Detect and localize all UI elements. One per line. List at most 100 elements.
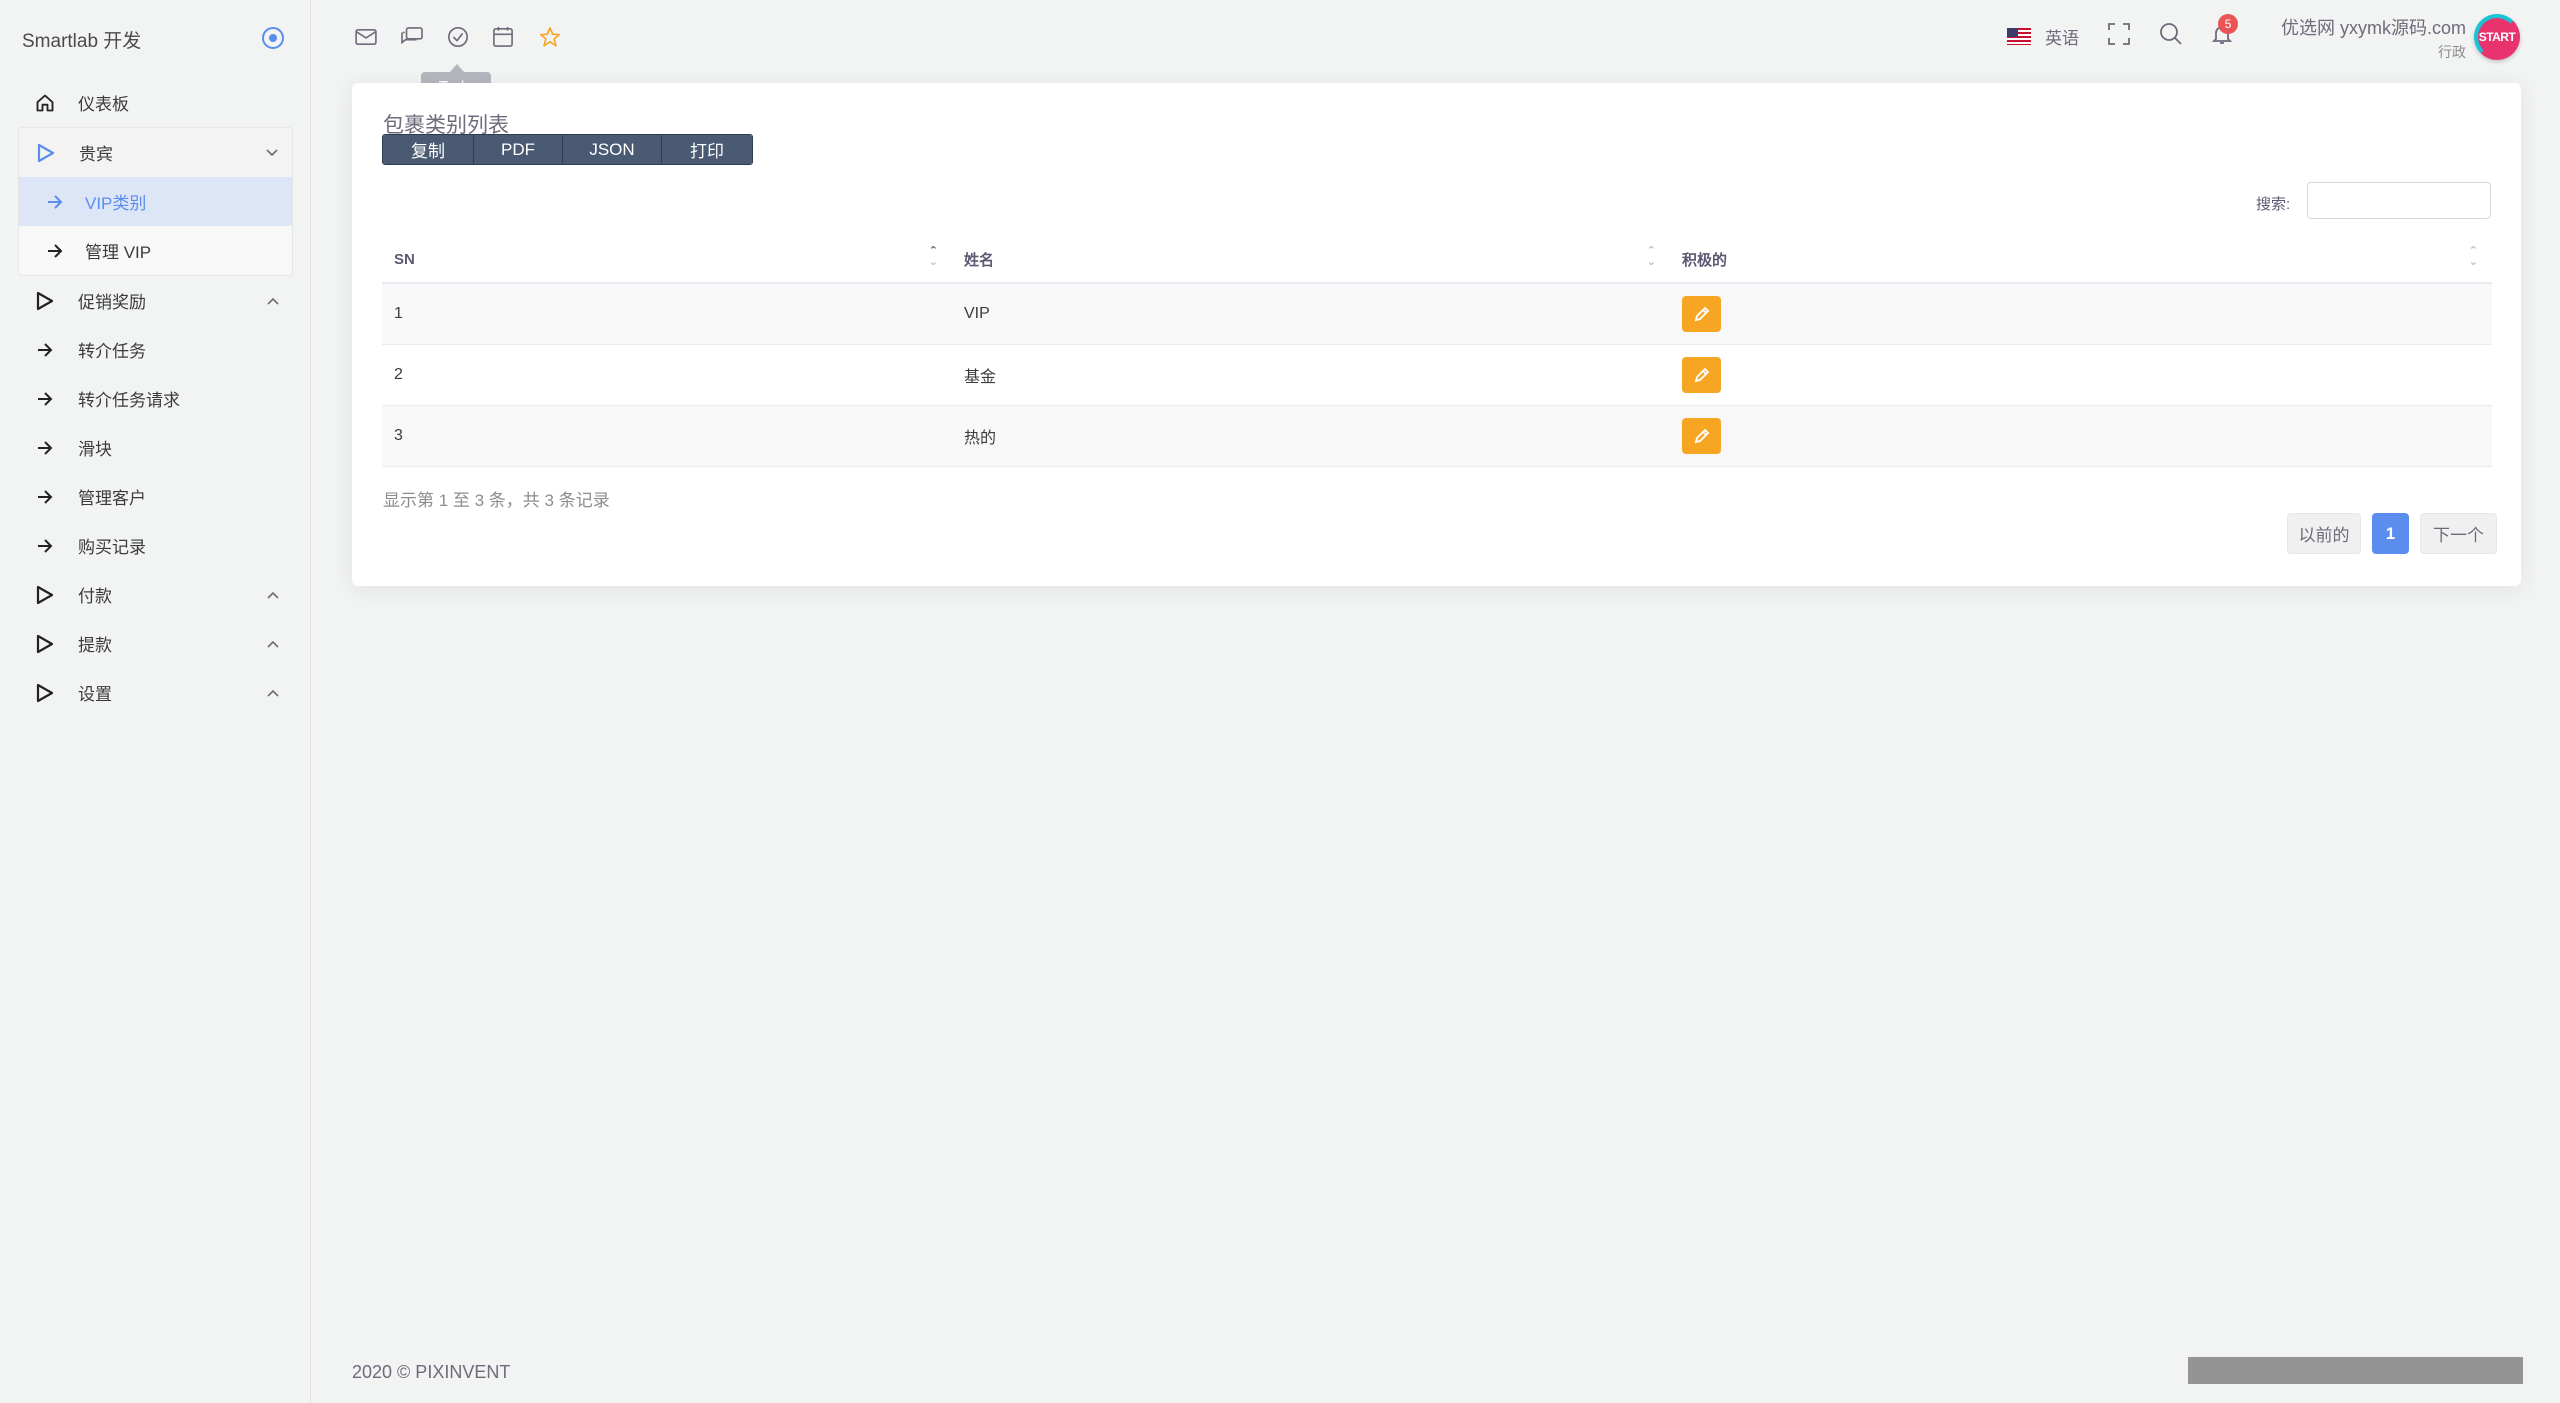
play-outline-icon bbox=[34, 585, 56, 605]
chevron-up-icon bbox=[267, 591, 279, 599]
pencil-icon bbox=[1694, 306, 1709, 321]
sort-icon: ⌃ ⌄ bbox=[1646, 245, 1656, 268]
column-header-label: 姓名 bbox=[964, 251, 995, 269]
table-row: 3 热的 bbox=[382, 405, 2492, 467]
edit-button[interactable] bbox=[1682, 356, 1721, 393]
cell-sn: 2 bbox=[382, 344, 952, 406]
table-info: 显示第 1 至 3 条，共 3 条记录 bbox=[383, 491, 610, 510]
check-circle-icon[interactable] bbox=[447, 24, 493, 50]
pencil-icon bbox=[1694, 428, 1709, 443]
search-icon[interactable] bbox=[2159, 22, 2187, 50]
play-outline-icon bbox=[34, 291, 56, 311]
sidebar-item-label: 滑块 bbox=[78, 440, 112, 459]
arrow-right-icon bbox=[34, 391, 56, 406]
sidebar-item-settings[interactable]: 设置 bbox=[18, 668, 293, 717]
sidebar-toggle-icon[interactable] bbox=[262, 27, 284, 49]
sort-asc-icon: ⌃ ⌄ bbox=[928, 245, 938, 268]
json-button[interactable]: JSON bbox=[563, 135, 662, 164]
sidebar-nav: 仪表板 贵宾 VIP类别 管理 VIP 促销奖励 转介任务 转介任务请求 滑块 … bbox=[18, 78, 293, 717]
sidebar-subitem-vip-category[interactable]: VIP类别 bbox=[19, 177, 292, 226]
cell-action bbox=[1670, 405, 2492, 467]
sidebar-item-label: 转介任务请求 bbox=[78, 391, 180, 410]
sort-icon: ⌃ ⌄ bbox=[2468, 245, 2478, 268]
sidebar-item-label: 设置 bbox=[78, 685, 112, 704]
copy-button[interactable]: 复制 bbox=[383, 135, 474, 164]
fullscreen-icon[interactable] bbox=[2107, 22, 2135, 50]
avatar[interactable]: START bbox=[2474, 14, 2520, 60]
sidebar: Smartlab 开发 仪表板 贵宾 VIP类别 管理 VIP 促销奖励 转介任… bbox=[0, 0, 311, 1403]
pdf-button[interactable]: PDF bbox=[474, 135, 563, 164]
column-header-active[interactable]: 积极的 ⌃ ⌄ bbox=[1670, 236, 2492, 284]
bookmark-icons bbox=[355, 24, 585, 50]
top-navbar: Todo 英语 5 优选网 yxymk源码.com 行政 START bbox=[311, 0, 2560, 104]
print-button[interactable]: 打印 bbox=[662, 135, 752, 164]
cell-sn: 3 bbox=[382, 405, 952, 467]
pagination: 以前的 1 下一个 bbox=[2287, 513, 2497, 554]
play-outline-icon bbox=[35, 143, 57, 163]
column-header-sn[interactable]: SN ⌃ ⌄ bbox=[382, 236, 952, 284]
avatar-text: START bbox=[2478, 18, 2516, 56]
search-input[interactable] bbox=[2307, 182, 2491, 219]
edit-button[interactable] bbox=[1682, 417, 1721, 454]
sidebar-group-vip: 贵宾 VIP类别 管理 VIP bbox=[18, 127, 293, 276]
chevron-up-icon bbox=[267, 689, 279, 697]
arrow-right-icon bbox=[34, 489, 56, 504]
sidebar-item-label: 仪表板 bbox=[78, 95, 129, 114]
sidebar-item-purchase-records[interactable]: 购买记录 bbox=[18, 521, 293, 570]
chat-icon[interactable] bbox=[401, 24, 447, 50]
play-outline-icon bbox=[34, 634, 56, 654]
home-icon bbox=[34, 93, 56, 113]
sidebar-item-payments[interactable]: 付款 bbox=[18, 570, 293, 619]
calendar-icon[interactable] bbox=[493, 24, 539, 50]
pagination-page-button[interactable]: 1 bbox=[2372, 513, 2409, 554]
cell-action bbox=[1670, 344, 2492, 406]
sidebar-item-slider[interactable]: 滑块 bbox=[18, 423, 293, 472]
cell-sn: 1 bbox=[382, 283, 952, 345]
sidebar-item-promotions[interactable]: 促销奖励 bbox=[18, 276, 293, 325]
arrow-right-icon bbox=[34, 538, 56, 553]
user-info[interactable]: 优选网 yxymk源码.com 行政 bbox=[2266, 14, 2466, 62]
sidebar-item-referral-requests[interactable]: 转介任务请求 bbox=[18, 374, 293, 423]
sidebar-subitem-manage-vip[interactable]: 管理 VIP bbox=[19, 226, 292, 275]
cell-action bbox=[1670, 283, 2492, 345]
sidebar-item-vip[interactable]: 贵宾 bbox=[19, 128, 292, 177]
user-role: 行政 bbox=[2438, 44, 2466, 60]
sidebar-item-withdrawals[interactable]: 提款 bbox=[18, 619, 293, 668]
sidebar-item-label: 管理客户 bbox=[78, 489, 146, 508]
language-dropdown[interactable]: 英语 bbox=[2007, 24, 2079, 49]
edit-button[interactable] bbox=[1682, 295, 1721, 332]
mail-icon[interactable] bbox=[355, 24, 401, 50]
search-label: 搜索: bbox=[2256, 196, 2291, 213]
pencil-icon bbox=[1694, 367, 1709, 382]
cell-name: 基金 bbox=[952, 344, 1670, 406]
pagination-next-button[interactable]: 下一个 bbox=[2420, 513, 2497, 554]
category-table: SN ⌃ ⌄ 姓名 ⌃ ⌄ 积极的 ⌃ ⌄ 1 VIP 2 基金 3 热的 bbox=[382, 236, 2492, 467]
sidebar-item-referral-tasks[interactable]: 转介任务 bbox=[18, 325, 293, 374]
play-outline-icon bbox=[34, 683, 56, 703]
column-header-label: SN bbox=[394, 250, 415, 268]
table-header-row: SN ⌃ ⌄ 姓名 ⌃ ⌄ 积极的 ⌃ ⌄ bbox=[382, 236, 2492, 284]
language-label: 英语 bbox=[2045, 29, 2079, 48]
brand-name[interactable]: Smartlab 开发 bbox=[22, 26, 141, 53]
sidebar-item-label: 促销奖励 bbox=[78, 293, 146, 312]
footer-scroll-bar bbox=[2188, 1357, 2523, 1384]
sidebar-subitem-label: VIP类别 bbox=[85, 194, 147, 213]
sidebar-item-label: 转介任务 bbox=[78, 342, 146, 361]
sidebar-item-label: 购买记录 bbox=[78, 538, 146, 557]
sidebar-subitem-label: 管理 VIP bbox=[85, 243, 152, 262]
sidebar-item-dashboard[interactable]: 仪表板 bbox=[18, 78, 293, 127]
arrow-right-icon bbox=[34, 440, 56, 455]
footer-copyright: 2020 © PIXINVENT bbox=[352, 1362, 511, 1382]
notification-badge: 5 bbox=[2218, 14, 2238, 34]
user-name: 优选网 yxymk源码.com bbox=[2280, 18, 2466, 38]
pagination-prev-button[interactable]: 以前的 bbox=[2287, 513, 2361, 554]
arrow-right-icon bbox=[47, 243, 63, 258]
table-row: 1 VIP bbox=[382, 283, 2492, 345]
column-header-name[interactable]: 姓名 ⌃ ⌄ bbox=[952, 236, 1670, 284]
star-icon[interactable] bbox=[539, 24, 585, 50]
sidebar-item-manage-customers[interactable]: 管理客户 bbox=[18, 472, 293, 521]
arrow-right-icon bbox=[34, 342, 56, 357]
cell-name: 热的 bbox=[952, 405, 1670, 467]
chevron-down-icon bbox=[266, 148, 278, 157]
table-row: 2 基金 bbox=[382, 344, 2492, 406]
